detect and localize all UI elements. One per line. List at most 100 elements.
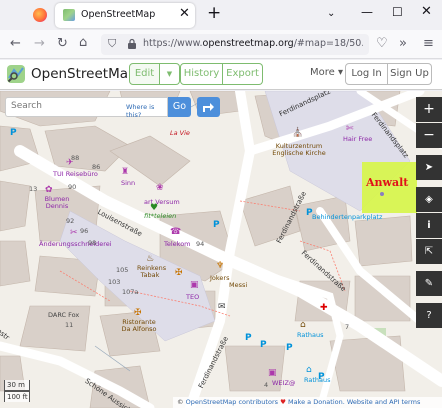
bar-icon[interactable]: ♆: [216, 262, 224, 271]
map-attribution: © OpenStreetMap contributors ♥ Make a Do…: [173, 397, 442, 408]
poi-label: DARC Fox: [48, 311, 80, 319]
edit-dropdown-button[interactable]: ▼: [160, 63, 180, 85]
hospital-icon[interactable]: ✚: [320, 304, 328, 313]
poi-label: Änderungsschneiderei: [39, 240, 112, 248]
share-button[interactable]: ⇱: [416, 239, 442, 264]
highlight-label: Anwalt: [366, 176, 409, 189]
poi-label: Rathaus: [297, 331, 324, 339]
house-number: 4: [264, 381, 269, 389]
zoom-out-button[interactable]: −: [416, 123, 442, 148]
tab-list-button[interactable]: ⌄: [327, 8, 335, 19]
fitness-icon[interactable]: ♥: [150, 204, 158, 213]
more-dropdown[interactable]: More ▾: [310, 67, 343, 78]
home-button[interactable]: ⌂: [79, 35, 87, 50]
osm-logo-icon[interactable]: [6, 64, 26, 84]
shop-icon[interactable]: ♜: [121, 168, 129, 177]
browser-navbar: ← → ↻ ⌂ ⛉ https://www.openstreetmap.org/…: [0, 30, 442, 59]
browser-tab-bar: OpenStreetMap ✕ + ⌄ — ☐ ✕: [0, 0, 442, 30]
poi-label: fit*teleien: [144, 212, 177, 220]
where-is-this-link[interactable]: Where is this?: [126, 103, 167, 119]
forward-button[interactable]: →: [34, 36, 45, 51]
back-button[interactable]: ←: [10, 36, 21, 51]
poi-label: Kulturzentrum Englische Kirche: [272, 142, 326, 157]
search-input[interactable]: [11, 101, 121, 111]
church-icon[interactable]: ⛪: [292, 129, 303, 138]
donation-link[interactable]: Make a Donation.: [288, 398, 345, 406]
house-number: 107a: [122, 288, 139, 296]
reload-button[interactable]: ↻: [57, 36, 68, 51]
history-export-group: History Export: [180, 63, 263, 85]
edit-button[interactable]: Edit: [129, 63, 160, 85]
url-bar[interactable]: ⛉ https://www.openstreetmap.org/#map=18/…: [101, 34, 369, 55]
locate-button[interactable]: ➤: [416, 155, 442, 180]
hairdresser-icon[interactable]: ✄: [346, 125, 354, 134]
tab-close-icon[interactable]: ✕: [179, 6, 190, 21]
parking-icon[interactable]: P: [318, 373, 325, 382]
shop-icon[interactable]: ▣: [268, 369, 277, 378]
terms-link[interactable]: Website and API terms: [347, 398, 420, 406]
house-number: 86: [92, 163, 101, 171]
export-button[interactable]: Export: [223, 63, 263, 85]
house-number: 7: [345, 323, 350, 331]
parking-icon[interactable]: P: [260, 341, 267, 350]
shop-icon[interactable]: ▣: [190, 281, 199, 290]
map-key-button[interactable]: i: [416, 213, 442, 238]
parking-icon[interactable]: P: [306, 209, 313, 218]
shop-icon[interactable]: ✉: [218, 303, 226, 312]
pocket-icon[interactable]: ♡: [376, 36, 388, 51]
map-scale: 30 m 100 ft: [4, 380, 30, 402]
poi-label: Behindertenparkplatz: [312, 213, 383, 221]
lock-icon[interactable]: [127, 38, 137, 50]
history-button[interactable]: History: [180, 63, 223, 85]
zoom-in-button[interactable]: +: [416, 97, 442, 122]
poi-label: TEO: [186, 293, 200, 301]
poi-label: WEIZ@: [272, 379, 296, 387]
search-go-button[interactable]: Go: [168, 97, 191, 117]
query-features-button[interactable]: ?: [416, 303, 442, 328]
parking-icon[interactable]: P: [286, 344, 293, 353]
osm-favicon-icon: [63, 9, 75, 21]
house-number: 98: [88, 239, 97, 247]
contributors-link[interactable]: OpenStreetMap contributors: [186, 398, 278, 406]
browser-tab[interactable]: OpenStreetMap ✕: [55, 3, 195, 28]
window-maximize-button[interactable]: ☐: [392, 5, 403, 19]
search-box: Where is this?: [5, 97, 168, 119]
townhall-icon[interactable]: ⌂: [300, 321, 306, 330]
osm-site-title[interactable]: OpenStreetMap: [31, 66, 137, 82]
phone-shop-icon[interactable]: ☎: [170, 228, 181, 237]
house-number: 11: [65, 321, 74, 329]
window-close-button[interactable]: ✕: [421, 4, 432, 19]
shop-icon[interactable]: ❀: [156, 184, 164, 193]
poi-label: Messi: [229, 281, 248, 289]
restaurant-icon[interactable]: ✠: [134, 309, 142, 318]
flower-icon[interactable]: ✿: [45, 186, 53, 195]
parking-icon[interactable]: P: [213, 221, 220, 230]
scale-metric: 30 m: [4, 380, 30, 391]
townhall-icon[interactable]: ⌂: [306, 366, 312, 375]
highlight-marker[interactable]: [380, 192, 384, 196]
tobacco-icon[interactable]: ♨: [146, 255, 154, 264]
poi-label: Hair Free: [343, 135, 373, 143]
add-note-button[interactable]: ✎: [416, 271, 442, 296]
layers-button[interactable]: ◈: [416, 187, 442, 212]
new-tab-button[interactable]: +: [207, 3, 221, 23]
poi-label: Reinkens Tabak: [137, 264, 167, 279]
signup-button[interactable]: Sign Up: [388, 63, 432, 85]
shop-icon[interactable]: ✈: [66, 159, 74, 168]
tracking-shield-icon[interactable]: ⛉: [108, 37, 116, 51]
house-number: 13: [29, 185, 38, 193]
url-text[interactable]: https://www.openstreetmap.org/#map=18/50…: [143, 38, 363, 49]
map-canvas[interactable]: Ferdinandsplatz Ferdinandsplatz Louisens…: [0, 91, 442, 408]
extensions-overflow-icon[interactable]: »: [399, 36, 407, 51]
osm-header: OpenStreetMap Edit ▼ History Export More…: [0, 60, 442, 90]
window-minimize-button[interactable]: —: [361, 5, 373, 19]
parking-icon[interactable]: P: [245, 334, 252, 343]
auth-button-group: Log In Sign Up: [345, 63, 432, 85]
parking-icon[interactable]: P: [10, 129, 17, 138]
directions-button[interactable]: [197, 97, 220, 117]
heart-icon: ♥: [278, 398, 288, 406]
menu-icon[interactable]: ≡: [423, 36, 434, 51]
restaurant-icon[interactable]: ✠: [175, 269, 183, 278]
tailor-icon[interactable]: ✂: [70, 229, 78, 238]
login-button[interactable]: Log In: [345, 63, 388, 85]
